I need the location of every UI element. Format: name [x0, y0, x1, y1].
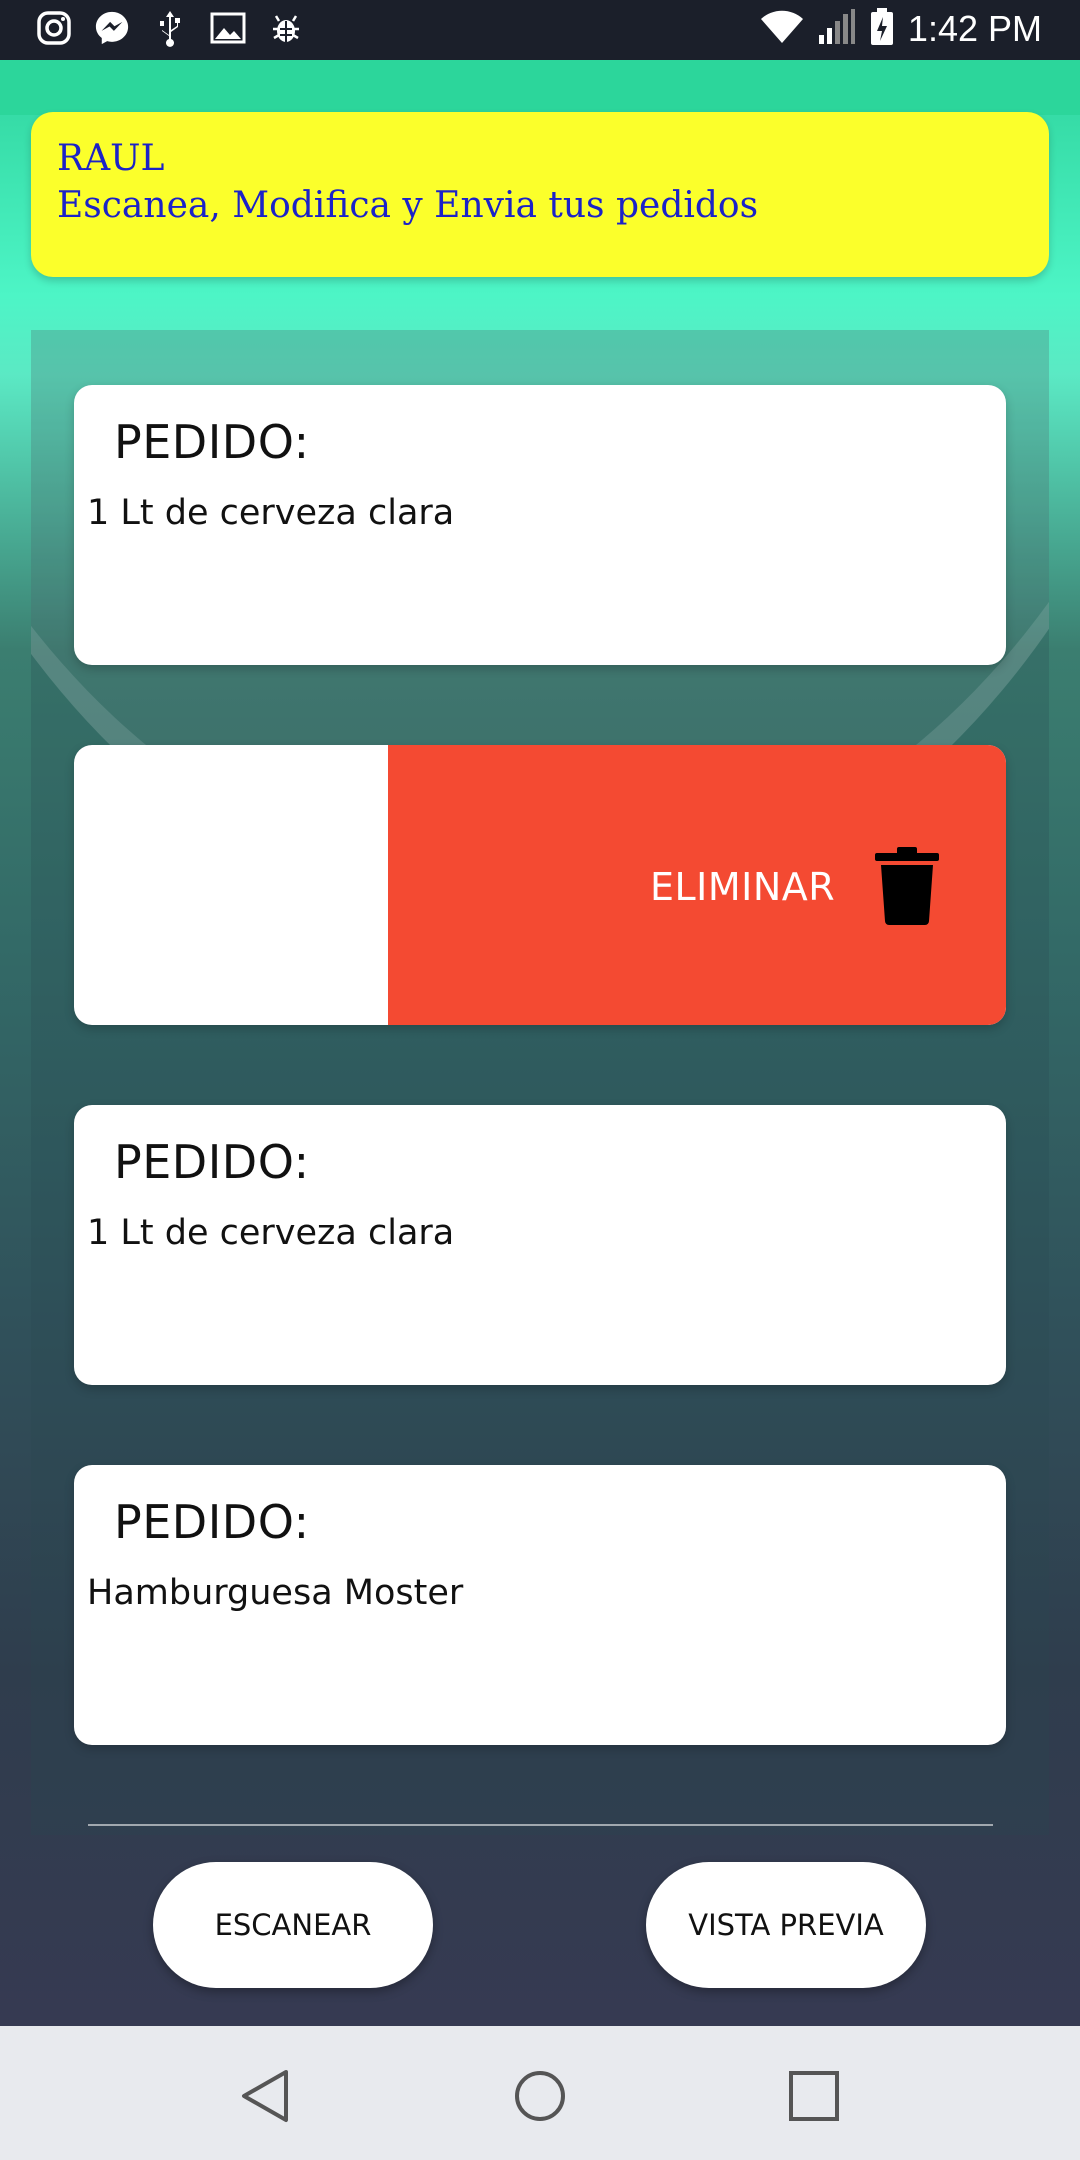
user-name: RAUL: [57, 138, 165, 179]
battery-charging-icon: [870, 8, 894, 50]
order-title: PEDIDO:: [114, 1135, 310, 1189]
order-card[interactable]: PEDIDO: Hamburguesa Moster: [74, 1465, 1006, 1745]
navigation-bar: [0, 2026, 1080, 2160]
back-icon[interactable]: [225, 2056, 305, 2136]
order-text: Hamburguesa Moster: [87, 1573, 464, 1613]
instagram-icon: [36, 10, 72, 46]
header-subtitle: Escanea, Modifica y Envia tus pedidos: [57, 185, 759, 226]
order-card-swiped[interactable]: ELIMINAR: [74, 745, 1006, 1025]
scan-button[interactable]: ESCANEAR: [153, 1862, 433, 1988]
recents-icon[interactable]: [774, 2056, 854, 2136]
preview-button[interactable]: VISTA PREVIA: [646, 1862, 926, 1988]
order-text: 1 Lt de cerveza clara: [87, 493, 455, 533]
order-title: PEDIDO:: [114, 1495, 310, 1549]
order-card[interactable]: PEDIDO: 1 Lt de cerveza clara: [74, 385, 1006, 665]
bug-icon: [268, 10, 304, 46]
orders-list[interactable]: PEDIDO: 1 Lt de cerveza clara ELIMINAR P…: [31, 330, 1049, 1835]
delete-action[interactable]: ELIMINAR: [388, 745, 1006, 1025]
order-text: 1 Lt de cerveza clara: [87, 1213, 455, 1253]
usb-icon: [152, 10, 188, 47]
trash-icon[interactable]: [875, 845, 939, 925]
wifi-icon: [760, 9, 804, 49]
home-icon[interactable]: [500, 2056, 580, 2136]
signal-icon: [818, 9, 856, 49]
top-strip: [0, 60, 1080, 115]
status-time: 1:42 PM: [907, 8, 1042, 49]
messenger-icon: [94, 10, 130, 46]
delete-label: ELIMINAR: [650, 865, 836, 909]
order-card[interactable]: PEDIDO: 1 Lt de cerveza clara: [74, 1105, 1006, 1385]
status-bar: 1:42 PM: [0, 0, 1080, 60]
image-icon: [210, 10, 246, 46]
order-title: PEDIDO:: [114, 415, 310, 469]
list-divider: [88, 1824, 993, 1826]
header-card: RAUL Escanea, Modifica y Envia tus pedid…: [31, 112, 1049, 277]
